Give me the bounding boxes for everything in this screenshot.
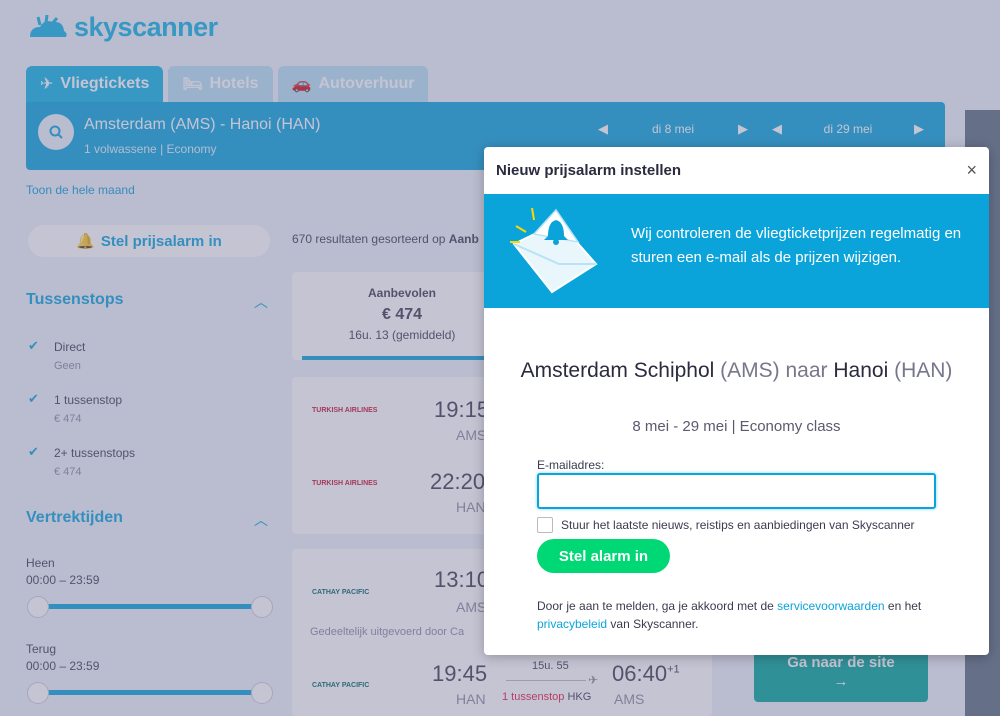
envelope-bell-icon — [510, 207, 598, 294]
privacy-link[interactable]: privacybeleid — [537, 617, 607, 631]
route-to-code: (HAN) — [894, 359, 953, 382]
newsletter-label: Stuur het laatste nieuws, reistips en aa… — [561, 518, 915, 532]
legal-pre: Door je aan te melden, ga je akkoord met… — [537, 599, 774, 613]
terms-link[interactable]: servicevoorwaarden — [777, 599, 884, 613]
email-label: E-mailadres: — [537, 458, 605, 472]
alert-dates: 8 mei - 29 mei | Economy class — [632, 418, 841, 435]
alert-route: Amsterdam Schiphol (AMS) naar Hanoi (HAN… — [514, 357, 959, 385]
modal-header: Nieuw prijsalarm instellen × — [484, 147, 989, 194]
legal-mid: en het — [887, 599, 922, 613]
modal-banner: Wij controleren de vliegticketprijzen re… — [484, 194, 989, 308]
route-connector: naar — [785, 359, 828, 382]
modal-banner-text: Wij controleren de vliegticketprijzen re… — [631, 225, 962, 266]
newsletter-checkbox[interactable] — [537, 517, 553, 533]
legal-text: Door je aan te melden, ga je akkoord met… — [537, 597, 957, 633]
route-from: Amsterdam Schiphol — [520, 359, 715, 382]
price-alert-modal: Nieuw prijsalarm instellen × Wij control… — [484, 147, 989, 655]
legal-post: van Skyscanner. — [610, 617, 699, 631]
set-alarm-button[interactable]: Stel alarm in — [537, 539, 670, 573]
route-from-code: (AMS) — [720, 359, 780, 382]
close-icon[interactable]: × — [966, 160, 977, 181]
modal-title: Nieuw prijsalarm instellen — [496, 162, 682, 179]
newsletter-option[interactable]: Stuur het laatste nieuws, reistips en aa… — [537, 517, 915, 533]
route-to: Hanoi — [833, 359, 889, 382]
email-input[interactable] — [537, 473, 936, 509]
